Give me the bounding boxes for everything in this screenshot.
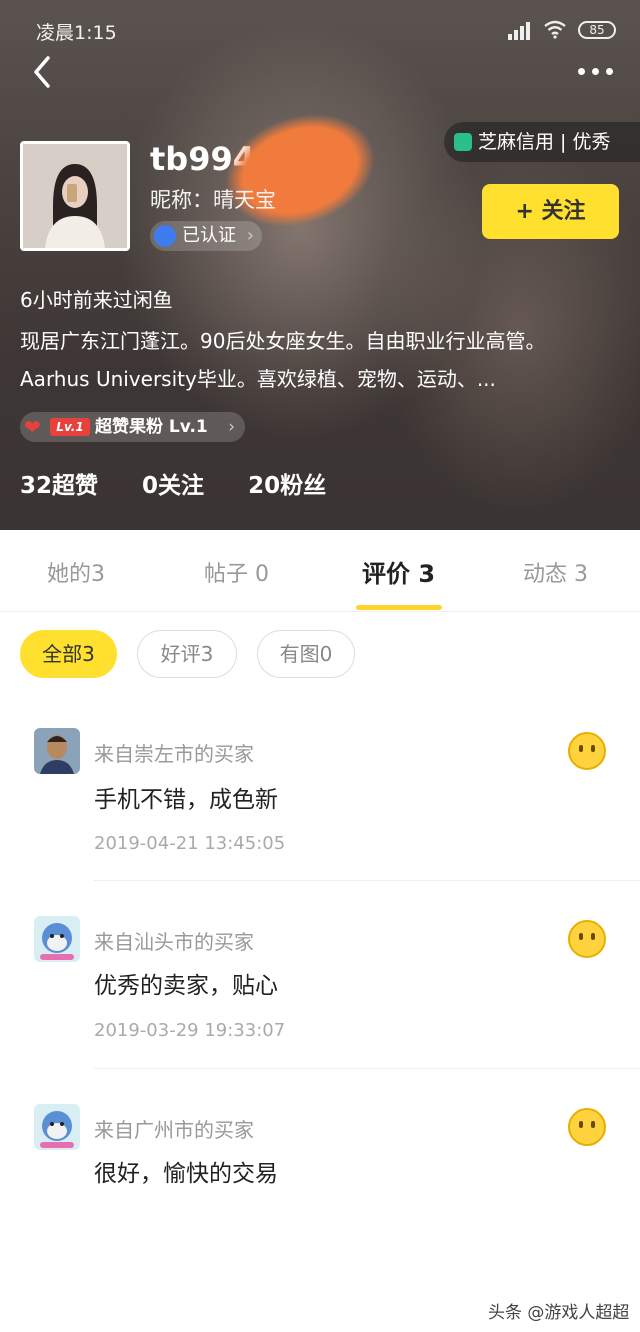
level-tag: Lv.1 — [50, 418, 90, 436]
review-source: 来自汕头市的买家 — [94, 930, 254, 954]
fan-badge[interactable]: ❤ Lv.1 超赞果粉 Lv.1 › — [20, 412, 245, 442]
watermark: 头条 @游戏人超超 — [488, 1303, 630, 1323]
tab-posts[interactable]: 帖子 0 — [204, 556, 269, 588]
review-source: 来自广州市的买家 — [94, 1118, 254, 1142]
tab-reviews[interactable]: 评价 3 — [362, 554, 435, 589]
avatar[interactable] — [20, 141, 130, 251]
bio: 现居广东江门蓬江。90后处女座女生。自由职业行业高管。Aarhus Univer… — [20, 329, 546, 391]
more-icon[interactable] — [576, 62, 616, 82]
review-text: 很好，愉快的交易 — [94, 1161, 278, 1187]
active-tab-indicator — [356, 605, 442, 610]
thumbs-up-emoji-icon — [568, 1108, 606, 1146]
tab-items[interactable]: 她的3 — [47, 556, 105, 588]
verified-shield-icon — [154, 225, 176, 247]
wifi-icon — [544, 20, 566, 39]
stat-followers[interactable]: 20粉丝 — [248, 473, 326, 499]
review-date: 2019-03-29 19:33:07 — [94, 1020, 286, 1041]
reviewer-avatar — [34, 1104, 80, 1150]
last-seen: 6小时前来过闲鱼 — [20, 288, 173, 312]
chevron-right-icon: › — [228, 417, 235, 437]
reviewer-avatar — [34, 916, 80, 962]
divider — [94, 880, 640, 881]
battery-icon: 85 — [578, 21, 616, 39]
review-text: 手机不错，成色新 — [94, 787, 278, 813]
credit-badge[interactable]: 芝麻信用 | 优秀 — [444, 122, 640, 162]
heart-icon: ❤ — [24, 415, 41, 439]
profile-header: 凌晨1:15 85 tb994 昵称：晴天宝 已认证 › 芝麻信用 | 优秀 +… — [0, 0, 640, 530]
tab-bar: 她的3 帖子 0 评价 3 动态 3 — [0, 530, 640, 612]
filter-all[interactable]: 全部3 — [20, 630, 117, 678]
fan-badge-label: 超赞果粉 Lv.1 — [95, 417, 208, 437]
filter-positive[interactable]: 好评3 — [137, 630, 237, 678]
follow-button[interactable]: + 关注 — [482, 184, 619, 239]
sesame-credit-icon — [454, 133, 472, 151]
verified-badge[interactable]: 已认证 › — [150, 221, 262, 251]
status-bar: 凌晨1:15 85 — [0, 0, 640, 60]
review-filters: 全部3 好评3 有图0 — [0, 630, 640, 680]
tab-activity[interactable]: 动态 3 — [523, 556, 588, 588]
credit-label: 芝麻信用 | 优秀 — [478, 131, 611, 153]
stats-row: 32超赞 0关注 20粉丝 — [20, 466, 362, 500]
status-time: 凌晨1:15 — [36, 22, 117, 44]
filter-with-image[interactable]: 有图0 — [257, 630, 355, 678]
review-text: 优秀的卖家，贴心 — [94, 973, 278, 999]
signal-icon — [508, 22, 534, 40]
chevron-right-icon: › — [246, 225, 254, 246]
stat-following[interactable]: 0关注 — [142, 473, 204, 499]
thumbs-up-emoji-icon — [568, 732, 606, 770]
thumbs-up-emoji-icon — [568, 920, 606, 958]
stat-likes[interactable]: 32超赞 — [20, 473, 98, 499]
divider — [94, 1068, 640, 1069]
review-source: 来自崇左市的买家 — [94, 742, 254, 766]
reviewer-avatar — [34, 728, 80, 774]
back-arrow-icon[interactable] — [28, 52, 60, 92]
verified-label: 已认证 — [182, 225, 236, 246]
review-date: 2019-04-21 13:45:05 — [94, 833, 286, 854]
nickname: 昵称：晴天宝 — [150, 188, 276, 212]
